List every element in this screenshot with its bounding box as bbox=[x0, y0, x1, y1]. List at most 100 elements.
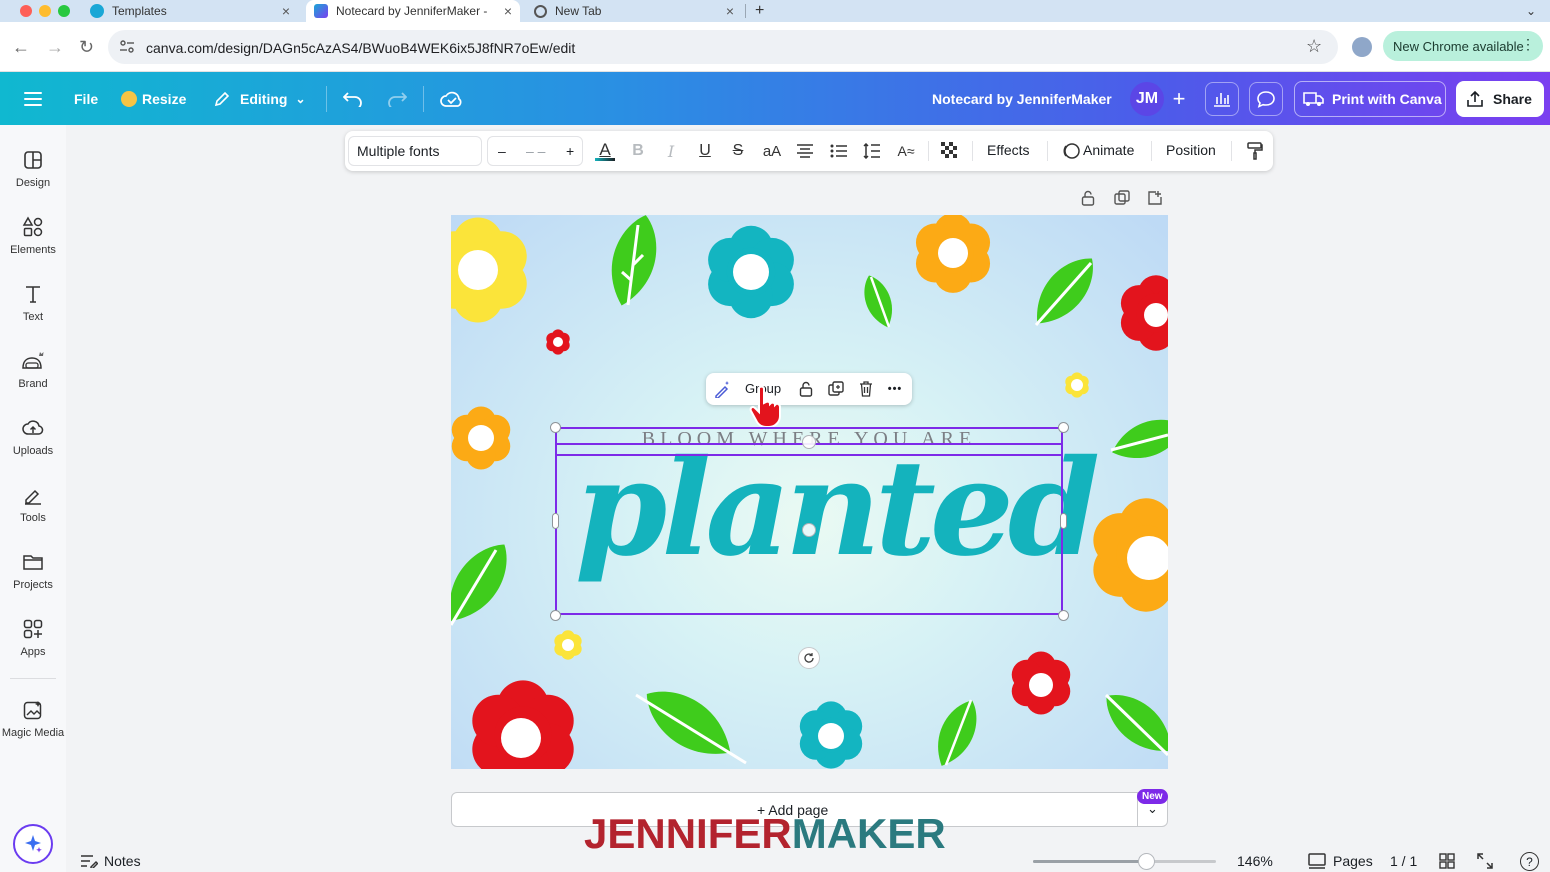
canva-assistant-button[interactable] bbox=[13, 824, 53, 864]
copy-style-button[interactable] bbox=[1243, 139, 1267, 163]
main-menu-icon[interactable] bbox=[24, 72, 42, 125]
insights-button[interactable] bbox=[1205, 82, 1239, 116]
url-text: canva.com/design/DAGn5cAzAS4/BWuoB4WEK6i… bbox=[146, 40, 576, 56]
text-align-button[interactable] bbox=[793, 139, 817, 163]
decrease-font-size-button[interactable]: – bbox=[498, 143, 506, 159]
move-handle-icon[interactable] bbox=[802, 435, 816, 449]
hand-pointer-cursor-icon bbox=[749, 385, 781, 427]
sidebar-item-apps[interactable]: Apps bbox=[0, 614, 66, 674]
share-button[interactable]: Share bbox=[1456, 81, 1544, 117]
tab-divider bbox=[745, 4, 746, 18]
sidebar-item-design[interactable]: Design bbox=[0, 145, 66, 205]
resize-handle-top-left[interactable] bbox=[550, 422, 561, 433]
lock-icon[interactable] bbox=[796, 379, 816, 399]
new-tab-button[interactable]: + bbox=[755, 0, 764, 22]
spacing-button[interactable] bbox=[860, 139, 884, 163]
save-status-button[interactable] bbox=[440, 72, 462, 125]
user-avatar[interactable]: JM bbox=[1130, 82, 1164, 116]
browser-tab-new-tab[interactable]: New Tab × bbox=[534, 0, 740, 22]
reload-icon[interactable]: ↻ bbox=[79, 37, 94, 58]
sidebar-item-text[interactable]: Text bbox=[0, 279, 66, 339]
duplicate-page-icon[interactable] bbox=[1112, 188, 1132, 208]
resize-handle-bottom-right[interactable] bbox=[1058, 610, 1069, 621]
redo-button[interactable] bbox=[387, 72, 407, 125]
increase-font-size-button[interactable]: + bbox=[566, 143, 574, 159]
page-counter: 1 / 1 bbox=[1390, 853, 1418, 869]
comment-icon bbox=[1257, 91, 1275, 108]
zoom-slider-handle[interactable] bbox=[1138, 853, 1156, 870]
site-info-icon[interactable] bbox=[119, 40, 135, 54]
paint-roller-icon bbox=[1247, 142, 1263, 160]
tab-search-icon[interactable]: ⌄ bbox=[1526, 0, 1536, 22]
position-button[interactable]: Position bbox=[1166, 142, 1216, 158]
more-options-icon[interactable]: ••• bbox=[885, 379, 905, 399]
resize-handle-left[interactable] bbox=[552, 513, 559, 529]
sidebar-item-elements[interactable]: Elements bbox=[0, 212, 66, 272]
notes-button[interactable]: Notes bbox=[80, 853, 141, 869]
browser-tab-templates[interactable]: Templates × bbox=[90, 0, 296, 22]
zoom-level[interactable]: 146% bbox=[1237, 853, 1273, 869]
add-page-icon[interactable] bbox=[1145, 188, 1165, 208]
close-tab-icon[interactable]: × bbox=[282, 3, 290, 19]
sidebar-item-tools[interactable]: Tools bbox=[0, 480, 66, 540]
add-collaborator-button[interactable]: + bbox=[1162, 82, 1196, 116]
text-effects-style-icon[interactable]: A≈ bbox=[894, 139, 918, 163]
effects-button[interactable]: Effects bbox=[987, 142, 1030, 158]
back-icon[interactable]: ← bbox=[12, 37, 30, 58]
text-color-button[interactable]: A bbox=[593, 139, 617, 163]
file-menu[interactable]: File bbox=[74, 72, 98, 125]
forward-icon[interactable]: → bbox=[46, 37, 64, 58]
italic-icon[interactable]: I bbox=[659, 139, 683, 163]
sidebar-item-uploads[interactable]: Uploads bbox=[0, 413, 66, 473]
fullscreen-icon[interactable] bbox=[1477, 853, 1493, 869]
pages-button[interactable]: Pages bbox=[1308, 853, 1373, 869]
lock-page-icon[interactable] bbox=[1078, 188, 1098, 208]
magic-edit-icon[interactable] bbox=[713, 379, 733, 399]
minimize-window-button[interactable] bbox=[39, 5, 51, 17]
move-handle-icon[interactable] bbox=[802, 523, 816, 537]
new-chrome-available-button[interactable]: New Chrome available ⋮ bbox=[1383, 31, 1543, 61]
list-button[interactable] bbox=[827, 139, 851, 163]
sidebar-item-projects[interactable]: Projects bbox=[0, 547, 66, 607]
chrome-menu-icon[interactable]: ⋮ bbox=[1521, 36, 1535, 53]
toolbar-divider bbox=[1151, 141, 1152, 161]
strikethrough-icon[interactable]: S bbox=[726, 139, 750, 163]
close-tab-icon[interactable]: × bbox=[726, 3, 734, 19]
font-family-dropdown[interactable]: Multiple fonts bbox=[348, 136, 482, 166]
zoom-window-button[interactable] bbox=[58, 5, 70, 17]
underline-icon[interactable]: U bbox=[693, 139, 717, 163]
rotate-handle[interactable] bbox=[798, 647, 820, 669]
align-center-icon bbox=[797, 144, 813, 158]
grid-view-icon[interactable] bbox=[1439, 853, 1455, 869]
animate-button[interactable]: Animate bbox=[1083, 142, 1134, 158]
document-title[interactable]: Notecard by JenniferMaker bbox=[932, 72, 1112, 125]
omnibox[interactable]: canva.com/design/DAGn5cAzAS4/BWuoB4WEK6i… bbox=[108, 30, 1338, 64]
close-window-button[interactable] bbox=[20, 5, 32, 17]
comments-button[interactable] bbox=[1249, 82, 1283, 116]
undo-button[interactable] bbox=[343, 72, 363, 125]
bold-icon[interactable]: B bbox=[626, 139, 650, 163]
resize-button[interactable]: Resize bbox=[121, 72, 186, 125]
transparency-button[interactable] bbox=[938, 139, 962, 163]
cloud-check-icon bbox=[440, 91, 462, 107]
print-with-canva-button[interactable]: Print with Canva bbox=[1294, 81, 1446, 117]
browser-tab-notecard[interactable]: Notecard by JenniferMaker - × bbox=[306, 0, 520, 22]
text-color-swatch bbox=[595, 157, 615, 161]
profile-avatar[interactable] bbox=[1352, 37, 1372, 57]
resize-handle-bottom-left[interactable] bbox=[550, 610, 561, 621]
duplicate-icon[interactable] bbox=[826, 379, 846, 399]
font-size-stepper[interactable]: – – – + bbox=[487, 136, 583, 166]
help-button[interactable]: ? bbox=[1520, 852, 1539, 871]
bookmark-star-icon[interactable]: ☆ bbox=[1306, 36, 1322, 57]
letter-case-button[interactable]: aA bbox=[759, 139, 785, 163]
sidebar-item-magic-media[interactable]: Magic Media bbox=[0, 695, 66, 755]
zoom-slider-track[interactable] bbox=[1033, 860, 1216, 863]
delete-trash-icon[interactable] bbox=[856, 379, 876, 399]
close-tab-icon[interactable]: × bbox=[504, 3, 512, 19]
sidebar-item-label: Magic Media bbox=[1, 727, 65, 739]
resize-handle-top-right[interactable] bbox=[1058, 422, 1069, 433]
sidebar-item-brand[interactable]: Brand bbox=[0, 346, 66, 406]
editing-mode-dropdown[interactable]: Editing ⌄ bbox=[213, 72, 306, 125]
resize-handle-right[interactable] bbox=[1060, 513, 1067, 529]
font-size-value[interactable]: – – bbox=[526, 143, 545, 159]
